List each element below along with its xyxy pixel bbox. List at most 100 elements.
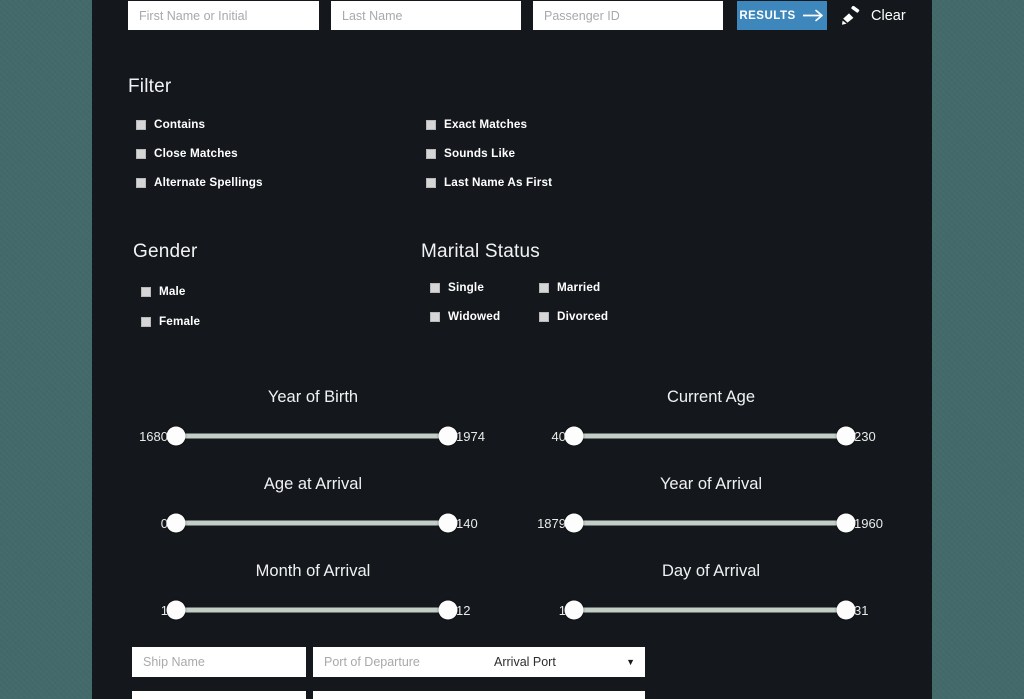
slider-max-value: 1974	[456, 428, 485, 444]
slider-handle-min[interactable]	[564, 513, 584, 533]
slider-year-of-arrival: Year of Arrival 1879 1960	[526, 475, 896, 533]
arrival-port-selected-value: Arrival Port	[494, 655, 556, 669]
slider-min-value: 1	[558, 602, 566, 618]
voyage-field-row2-col3[interactable]	[483, 691, 645, 699]
filter-option-label: Close Matches	[154, 147, 238, 160]
ship-name-input[interactable]	[132, 647, 306, 677]
gender-option-female[interactable]: Female	[141, 315, 200, 328]
slider-year-of-birth: Year of Birth 1680 1974	[128, 388, 498, 446]
slider-row: 1 12	[128, 600, 498, 620]
slider-handle-max[interactable]	[438, 426, 458, 446]
checkbox-icon[interactable]	[539, 282, 549, 293]
marital-option-label: Divorced	[557, 310, 609, 323]
marital-option-widowed[interactable]: Widowed	[430, 310, 500, 323]
passenger-id-input[interactable]	[533, 1, 723, 30]
slider-track	[176, 607, 448, 613]
checkbox-icon[interactable]	[430, 282, 440, 293]
slider-track	[176, 433, 448, 439]
checkbox-icon[interactable]	[136, 148, 146, 159]
checkbox-icon[interactable]	[430, 311, 440, 322]
slider-track-area[interactable]	[564, 513, 856, 533]
arrow-right-icon	[802, 9, 825, 22]
slider-row: 1680 1974	[128, 426, 498, 446]
slider-track	[574, 433, 846, 439]
slider-month-of-arrival: Month of Arrival 1 12	[128, 562, 498, 620]
results-button-label: RESULTS	[739, 9, 796, 22]
marital-option-divorced[interactable]: Divorced	[539, 310, 608, 323]
slider-track-area[interactable]	[564, 426, 856, 446]
filter-option-exact-matches[interactable]: Exact Matches	[426, 118, 527, 131]
slider-handle-max[interactable]	[438, 600, 458, 620]
slider-handle-max[interactable]	[836, 600, 856, 620]
slider-handle-min[interactable]	[166, 513, 186, 533]
slider-max-value: 230	[854, 428, 876, 444]
port-of-departure-input[interactable]	[313, 647, 488, 677]
filter-option-contains[interactable]: Contains	[136, 118, 205, 131]
slider-handle-min[interactable]	[564, 426, 584, 446]
last-name-input[interactable]	[331, 1, 521, 30]
results-button[interactable]: RESULTS	[737, 1, 827, 30]
gender-option-label: Female	[159, 315, 201, 328]
slider-title: Month of Arrival	[255, 562, 371, 580]
clear-button-label: Clear	[871, 7, 906, 24]
filter-option-last-name-as-first[interactable]: Last Name As First	[426, 176, 552, 189]
filter-section-title: Filter	[128, 76, 172, 97]
slider-track-area[interactable]	[166, 426, 458, 446]
slider-handle-max[interactable]	[836, 426, 856, 446]
slider-title: Year of Arrival	[659, 475, 763, 493]
marital-option-married[interactable]: Married	[539, 281, 600, 294]
marital-option-label: Widowed	[448, 310, 501, 323]
slider-title: Year of Birth	[267, 388, 359, 406]
filter-option-label: Alternate Spellings	[154, 176, 263, 189]
checkbox-icon[interactable]	[539, 311, 549, 322]
slider-track-area[interactable]	[166, 600, 458, 620]
slider-title: Day of Arrival	[661, 562, 761, 580]
search-toolbar: RESULTS Clear	[92, 0, 932, 43]
slider-min-value: 0	[160, 515, 168, 531]
checkbox-icon[interactable]	[136, 177, 146, 188]
slider-handle-max[interactable]	[438, 513, 458, 533]
first-name-input[interactable]	[128, 1, 319, 30]
checkbox-icon[interactable]	[141, 316, 151, 327]
slider-row: 1 31	[526, 600, 896, 620]
slider-handle-min[interactable]	[564, 600, 584, 620]
arrival-port-select[interactable]: Arrival Port ▼	[483, 647, 645, 677]
marital-option-label: Single	[448, 281, 484, 294]
slider-handle-min[interactable]	[166, 600, 186, 620]
checkbox-icon[interactable]	[141, 286, 151, 297]
filter-option-label: Contains	[154, 118, 206, 131]
gender-option-male[interactable]: Male	[141, 285, 186, 298]
slider-track	[176, 520, 448, 526]
voyage-field-row2-col1[interactable]	[132, 691, 306, 699]
search-panel: RESULTS Clear Filter	[92, 0, 932, 699]
slider-row: 0 140	[128, 513, 498, 533]
filter-option-sounds-like[interactable]: Sounds Like	[426, 147, 515, 160]
checkbox-icon[interactable]	[426, 119, 436, 130]
slider-row: 1879 1960	[526, 513, 896, 533]
slider-min-value: 40	[551, 428, 566, 444]
checkbox-icon[interactable]	[426, 148, 436, 159]
gender-section-title: Gender	[133, 241, 198, 262]
filter-option-close-matches[interactable]: Close Matches	[136, 147, 238, 160]
filter-option-label: Last Name As First	[444, 176, 553, 189]
checkbox-icon[interactable]	[136, 119, 146, 130]
marital-option-single[interactable]: Single	[430, 281, 484, 294]
clear-button[interactable]: Clear	[840, 1, 906, 30]
slider-max-value: 31	[854, 602, 869, 618]
slider-track-area[interactable]	[564, 600, 856, 620]
slider-row: 40 230	[526, 426, 896, 446]
slider-handle-min[interactable]	[166, 426, 186, 446]
slider-handle-max[interactable]	[836, 513, 856, 533]
slider-current-age: Current Age 40 230	[526, 388, 896, 446]
checkbox-icon[interactable]	[426, 177, 436, 188]
slider-day-of-arrival: Day of Arrival 1 31	[526, 562, 896, 620]
slider-track-area[interactable]	[166, 513, 458, 533]
filter-option-alternate-spellings[interactable]: Alternate Spellings	[136, 176, 263, 189]
slider-track	[574, 520, 846, 526]
slider-title: Current Age	[666, 388, 756, 406]
slider-min-value: 1	[160, 602, 168, 618]
marital-option-label: Married	[557, 281, 601, 294]
slider-min-value: 1680	[139, 428, 168, 444]
voyage-field-row2-col2[interactable]	[313, 691, 488, 699]
slider-min-value: 1879	[537, 515, 566, 531]
